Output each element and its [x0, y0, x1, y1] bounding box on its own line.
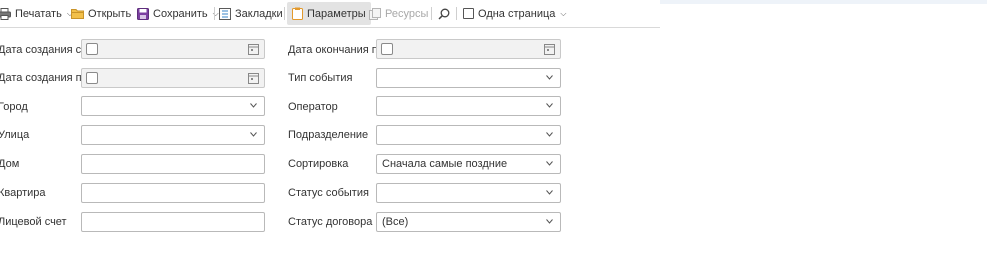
bookmarks-icon	[219, 7, 231, 20]
contract-status-value: (Все)	[382, 216, 409, 228]
chevron-down-icon	[546, 75, 553, 80]
print-label: Печатать	[15, 7, 62, 20]
folder-icon	[71, 9, 84, 19]
date-created-to-field[interactable]	[81, 68, 265, 88]
event-status-label: Статус события	[288, 187, 369, 199]
event-status-select[interactable]	[376, 183, 561, 203]
street-label: Улица	[0, 129, 30, 141]
open-button[interactable]: Открыть	[71, 2, 131, 25]
report-toolbar: Печатать ⌵ Открыть Сохранить ⌵ Закладки	[0, 0, 660, 28]
chevron-down-icon[interactable]: ⌵	[560, 9, 566, 19]
event-type-select[interactable]	[376, 68, 561, 88]
floppy-disk-icon	[137, 7, 149, 20]
account-label: Лицевой счет	[0, 216, 67, 228]
chevron-down-icon	[546, 190, 553, 195]
date-created-to-label: Дата создания по	[0, 72, 88, 84]
save-label: Сохранить	[153, 7, 208, 20]
toolbar-divider	[214, 7, 215, 20]
chevron-down-icon	[546, 103, 553, 108]
resources-icon	[369, 7, 381, 20]
checkbox-icon[interactable]	[463, 8, 474, 19]
bookmarks-label: Закладки	[235, 7, 283, 20]
apartment-label: Квартира	[0, 187, 46, 199]
date-end-to-field[interactable]	[376, 39, 561, 59]
department-select[interactable]	[376, 125, 561, 145]
department-label: Подразделение	[288, 129, 369, 141]
date-end-to-label: Дата окончания по	[288, 44, 384, 56]
operator-select[interactable]	[376, 96, 561, 116]
contract-status-select[interactable]: (Все)	[376, 212, 561, 232]
date-enabled-checkbox[interactable]	[86, 72, 98, 84]
sorting-value: Сначала самые поздние	[382, 158, 508, 170]
date-created-from-label: Дата создания с	[0, 44, 82, 56]
search-icon	[438, 8, 450, 20]
toolbar-divider	[431, 7, 432, 20]
date-enabled-checkbox[interactable]	[381, 43, 393, 55]
apartment-input[interactable]	[81, 183, 265, 203]
toolbar-divider	[284, 7, 285, 20]
contract-status-label: Статус договора	[288, 216, 373, 228]
date-enabled-checkbox[interactable]	[86, 43, 98, 55]
chevron-down-icon	[546, 161, 553, 166]
clipboard-icon	[292, 7, 303, 20]
sorting-select[interactable]: Сначала самые поздние	[376, 154, 561, 174]
calendar-icon[interactable]	[248, 72, 259, 84]
toolbar-divider	[456, 7, 457, 20]
chevron-down-icon	[546, 219, 553, 224]
street-select[interactable]	[81, 125, 265, 145]
parameters-button[interactable]: Параметры	[287, 2, 371, 25]
sorting-label: Сортировка	[288, 158, 349, 170]
house-label: Дом	[0, 158, 20, 170]
account-input[interactable]	[81, 212, 265, 232]
chevron-down-icon	[250, 132, 257, 137]
house-input[interactable]	[81, 154, 265, 174]
single-page-label: Одна страница	[478, 7, 556, 20]
city-label: Город	[0, 101, 28, 113]
operator-label: Оператор	[288, 101, 338, 113]
city-select[interactable]	[81, 96, 265, 116]
resources-button[interactable]: Ресурсы	[369, 2, 428, 25]
save-button[interactable]: Сохранить ⌵	[137, 2, 219, 25]
bookmarks-button[interactable]: Закладки	[219, 2, 283, 25]
print-button[interactable]: Печатать ⌵	[0, 2, 73, 25]
chevron-down-icon	[546, 132, 553, 137]
search-button[interactable]	[438, 2, 450, 25]
resources-label: Ресурсы	[385, 7, 429, 20]
parameters-label: Параметры	[307, 7, 366, 20]
calendar-icon[interactable]	[248, 43, 259, 55]
event-type-label: Тип события	[288, 72, 353, 84]
printer-icon	[0, 7, 11, 20]
open-label: Открыть	[88, 7, 132, 20]
calendar-icon[interactable]	[544, 43, 555, 55]
date-created-from-field[interactable]	[81, 39, 265, 59]
header-strip	[660, 0, 987, 4]
single-page-toggle[interactable]: Одна страница ⌵	[463, 2, 566, 25]
chevron-down-icon	[250, 103, 257, 108]
